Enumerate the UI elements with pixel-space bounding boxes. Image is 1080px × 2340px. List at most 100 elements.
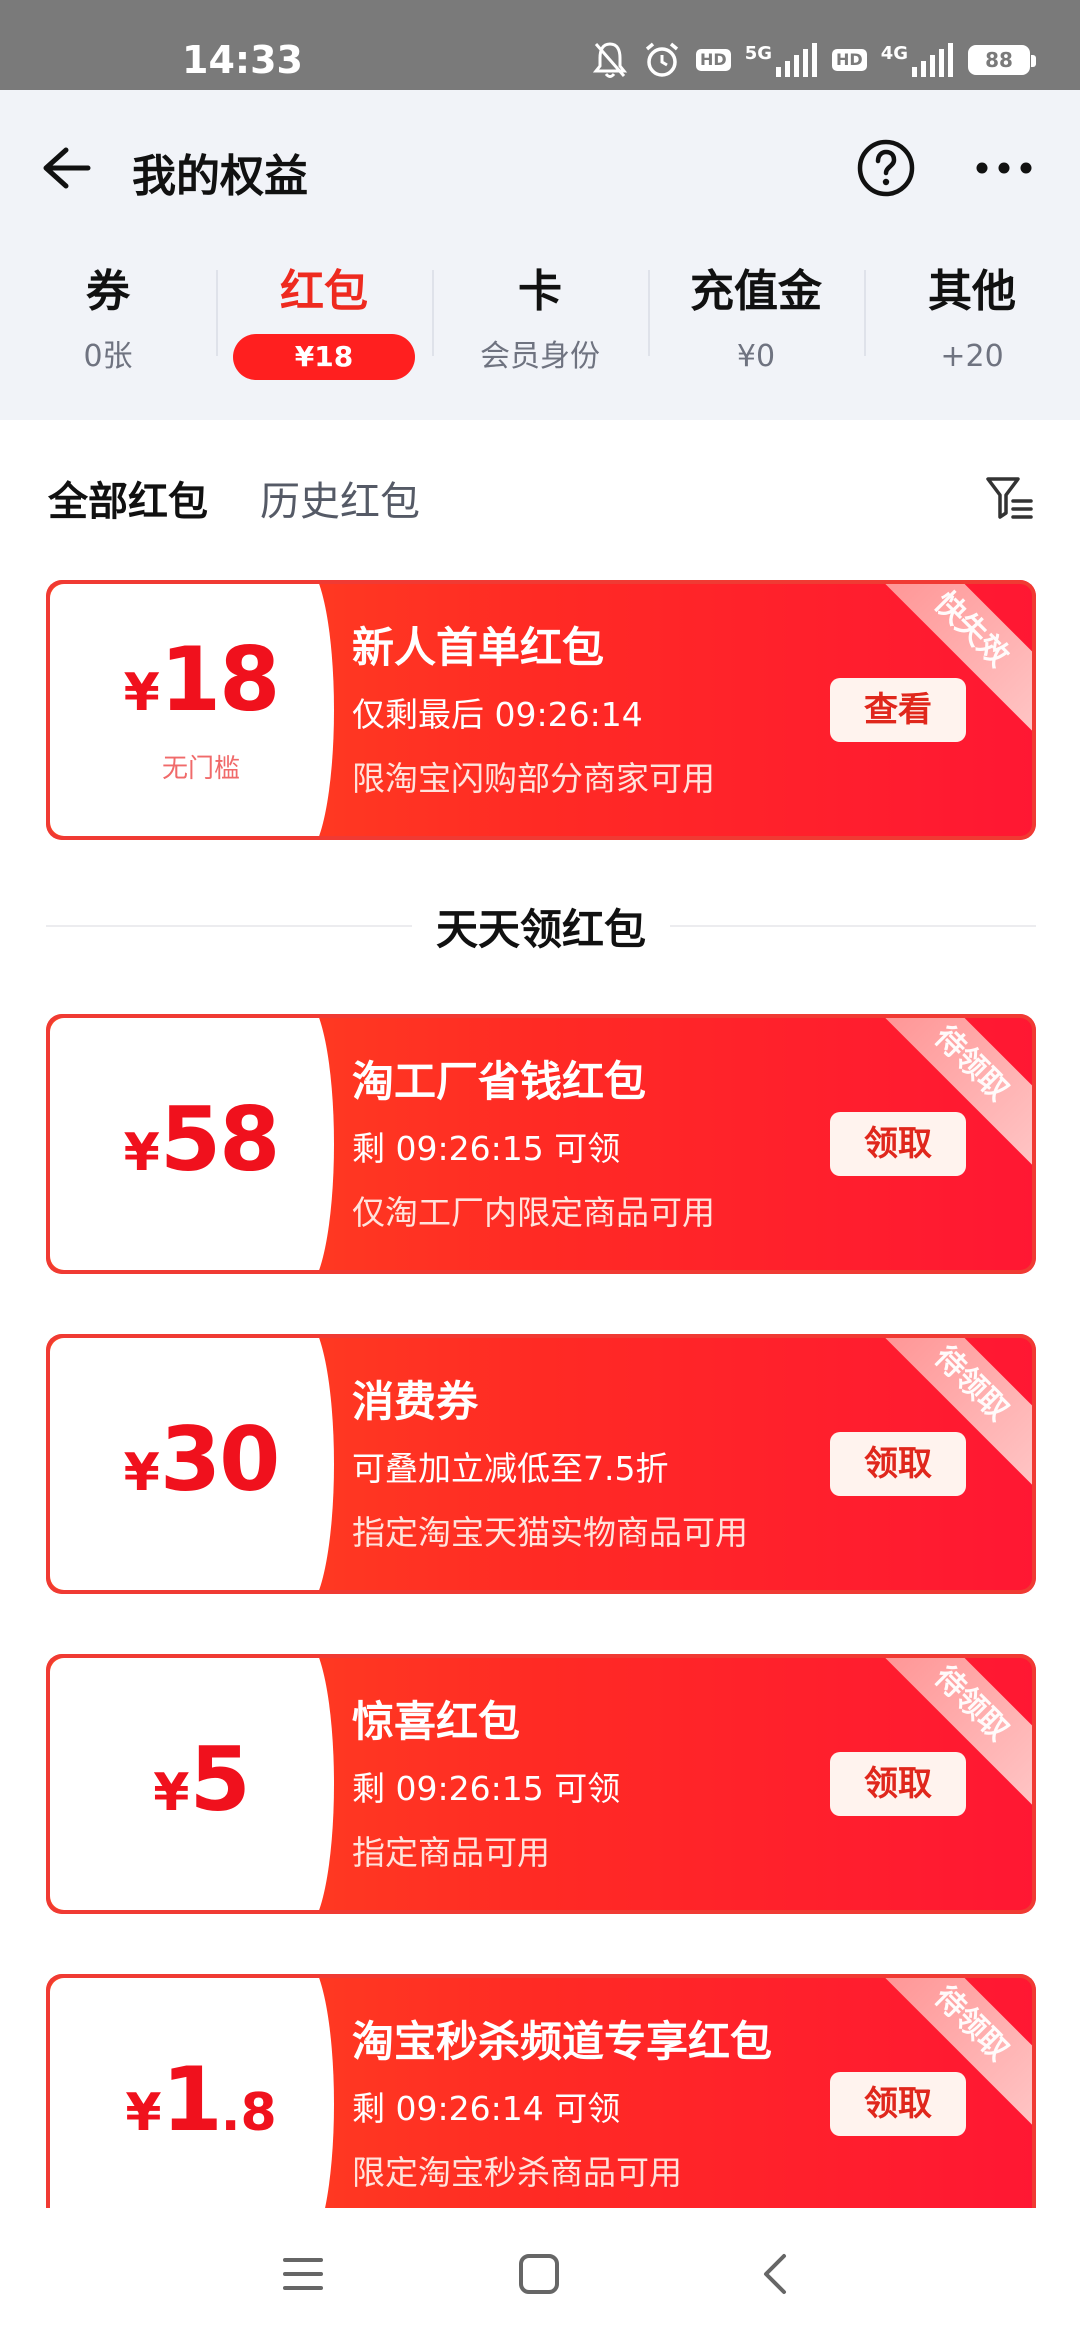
yen-symbol: ¥ [125,2083,162,2143]
coupon-card[interactable]: ¥58 淘工厂省钱红包 剩 09:26:15 可领 仅淘工厂内限定商品可用 领取… [46,1014,1036,1274]
card-title: 新人首单红包 [352,623,605,672]
tab-label: 充值金 [690,266,822,317]
view-button[interactable]: 查看 [830,678,966,742]
menu-lines-icon [283,2258,323,2290]
section-title: 天天领红包 [436,904,647,954]
tab-recharge[interactable]: 充值金 ¥0 [648,256,864,396]
back-button[interactable] [36,138,96,198]
ribbon-text: 待领取 [927,1339,1016,1428]
mute-bell-icon [592,40,628,80]
divider [46,925,412,927]
tab-label: 卡 [518,266,562,317]
yen-symbol: ¥ [153,1763,190,1823]
yen-symbol: ¥ [123,1443,160,1503]
amount-value: 5 [189,1728,250,1831]
tab-sub: 会员身份 [480,339,600,374]
coupon-card[interactable]: ¥30 消费券 可叠加立减低至7.5折 指定淘宝天猫实物商品可用 领取 待领取 [46,1334,1036,1594]
card-amount: ¥5 [46,1728,356,1831]
card-title: 淘工厂省钱红包 [352,1057,647,1106]
sub-tab-history[interactable]: 历史红包 [260,469,420,527]
claim-button[interactable]: 领取 [830,1432,966,1496]
card-countdown: 剩 09:26:15 可领 [352,1129,621,1168]
yen-symbol: ¥ [123,663,160,723]
amount-value: 1 [161,2048,223,2151]
tab-coupon[interactable]: 券 0张 [0,256,216,396]
coupon-card[interactable]: ¥5 惊喜红包 剩 09:26:15 可领 指定商品可用 领取 待领取 [46,1654,1036,1914]
tab-label: 红包 [280,266,368,317]
tab-label: 其他 [928,266,1016,317]
card-amount: ¥1.8 [46,2048,356,2151]
signal-icon-2 [912,43,953,77]
card-title: 淘宝秒杀频道专享红包 [352,2017,773,2066]
card-promo: 可叠加立减低至7.5折 [352,1449,669,1488]
hd-badge: HD [696,49,731,71]
card-scope: 限淘宝闪购部分商家可用 [352,759,715,798]
status-time: 14:33 [182,38,303,82]
arrow-left-icon [43,147,91,189]
tab-card[interactable]: 卡 会员身份 [432,256,648,396]
card-countdown: 剩 09:26:14 可领 [352,2089,621,2128]
card-scope: 指定淘宝天猫实物商品可用 [352,1513,748,1552]
amount-value: 18 [159,628,280,731]
status-icons: HD 5G HD 4G 88 [592,38,1036,82]
category-tabs: 券 0张 红包 ¥18 卡 会员身份 充值金 ¥0 其他 +20 [0,256,1080,396]
card-scope: 限定淘宝秒杀商品可用 [352,2153,682,2192]
claim-button[interactable]: 领取 [830,1112,966,1176]
amount-value: 30 [159,1408,280,1511]
question-circle-icon [857,139,915,197]
divider [670,925,1037,927]
card-countdown: 仅剩最后 09:26:14 [352,695,643,734]
sub-tab-all[interactable]: 全部红包 [48,469,208,527]
card-scope: 指定商品可用 [352,1833,550,1872]
network-label-2: 4G [880,43,908,64]
nav-back-button[interactable] [740,2244,810,2304]
ribbon-text: 待领取 [927,1979,1016,2068]
home-square-icon [519,2254,559,2294]
tab-badge: ¥18 [233,334,415,380]
claim-button[interactable]: 领取 [830,2072,966,2136]
alarm-icon [642,40,682,80]
tab-sub: +20 [940,339,1004,374]
battery-icon: 88 [968,45,1036,75]
amount-decimal: .8 [220,2083,277,2143]
ribbon-text: 待领取 [927,1019,1016,1108]
signal-5g: 5G [745,43,818,77]
signal-icon [776,43,818,77]
amount-value: 58 [159,1088,280,1191]
section-header: 天天领红包 [46,896,1037,956]
coupon-card[interactable]: ¥18 无门槛 新人首单红包 仅剩最后 09:26:14 限淘宝闪购部分商家可用… [46,580,1036,840]
card-scope: 仅淘工厂内限定商品可用 [352,1193,715,1232]
system-nav-bar [0,2208,1080,2340]
more-dots-icon [976,162,1032,174]
yen-symbol: ¥ [123,1123,160,1183]
home-button[interactable] [504,2244,574,2304]
tab-label: 券 [86,266,130,317]
back-chevron-icon [764,2254,786,2294]
card-title: 消费券 [352,1377,479,1426]
filter-icon [986,477,1033,519]
help-button[interactable] [856,138,916,198]
card-countdown: 剩 09:26:15 可领 [352,1769,621,1808]
claim-button[interactable]: 领取 [830,1752,966,1816]
network-label-1: 5G [744,43,773,64]
status-bar: 14:33 HD 5G HD 4G 88 [0,0,1080,90]
filter-button[interactable] [982,470,1038,526]
sub-tabs: 全部红包 历史红包 [48,470,420,526]
ribbon-text: 快失效 [927,585,1016,674]
more-button[interactable] [972,138,1036,198]
hd-badge-2: HD [832,49,867,71]
tab-other[interactable]: 其他 +20 [864,256,1080,396]
signal-4g: 4G [881,43,954,77]
card-threshold: 无门槛 [161,754,240,784]
card-amount: ¥58 [46,1088,356,1191]
card-title: 惊喜红包 [352,1697,521,1746]
tab-red-packet[interactable]: 红包 ¥18 [216,256,432,396]
coupon-card[interactable]: ¥1.8 淘宝秒杀频道专享红包 剩 09:26:14 可领 限定淘宝秒杀商品可用… [46,1974,1036,2234]
tab-sub: ¥0 [736,339,776,374]
card-amount: ¥18 [46,628,356,731]
card-amount: ¥30 [46,1408,356,1511]
tab-sub: 0张 [83,339,133,374]
ribbon-text: 待领取 [927,1659,1016,1748]
recent-apps-button[interactable] [268,2244,338,2304]
page-title: 我的权益 [132,151,308,202]
